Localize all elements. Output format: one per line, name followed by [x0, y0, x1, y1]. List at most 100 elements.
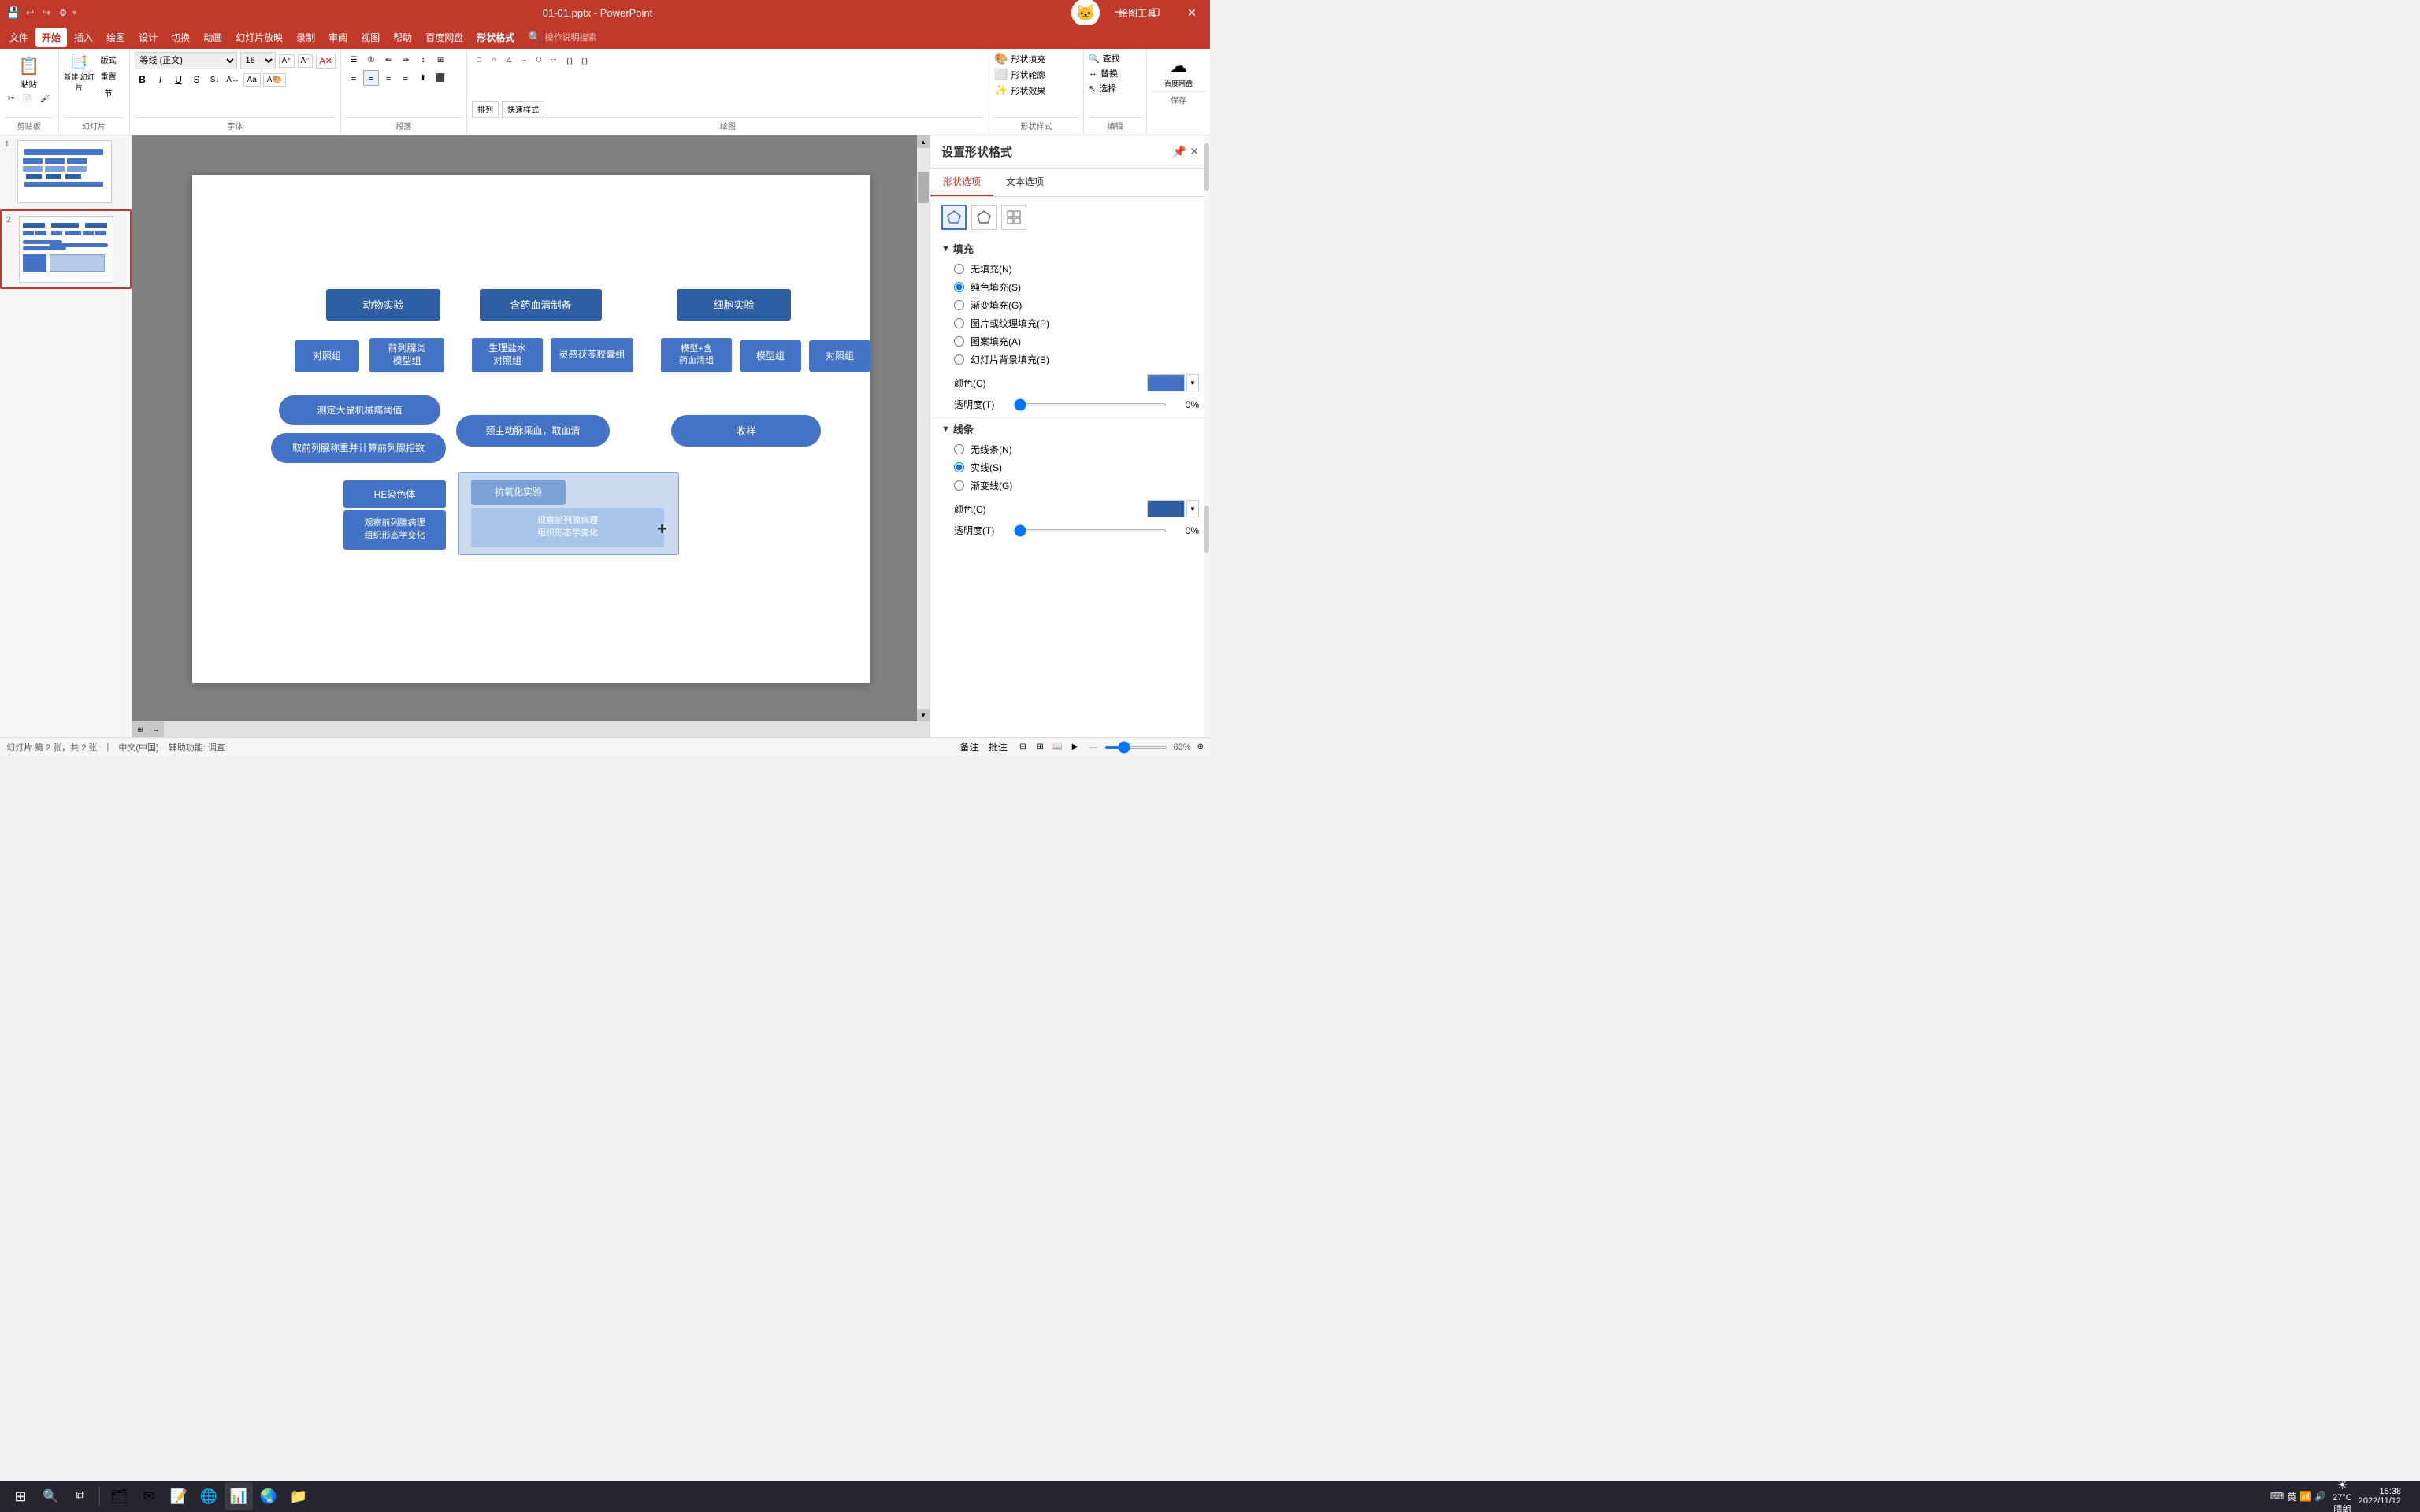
shape-icon-pentagon[interactable] — [971, 205, 997, 230]
cut-button[interactable]: ✂ — [5, 93, 17, 105]
line-transparency-slider[interactable] — [1014, 529, 1167, 532]
no-fill-radio[interactable] — [954, 264, 964, 274]
shape-serum-preparation[interactable]: 含药血清制备 — [480, 289, 602, 321]
line-color-dropdown[interactable]: ▼ — [1186, 500, 1199, 517]
menu-baidu[interactable]: 百度网盘 — [419, 28, 470, 47]
view-arrows-button[interactable]: ↔ — [148, 721, 164, 737]
window-controls[interactable]: ─ ❐ ✕ — [1101, 0, 1210, 25]
no-line-option[interactable]: 无线条(N) — [954, 443, 1199, 456]
weather-widget[interactable]: ☀ 27°C 晴朗 — [2333, 1477, 2352, 1512]
transparency-slider[interactable] — [1014, 403, 1167, 406]
solid-line-option[interactable]: 实线(S) — [954, 461, 1199, 474]
menu-home[interactable]: 开始 — [35, 28, 67, 47]
taskbar-app2[interactable]: ✉ — [135, 1482, 163, 1510]
arrange-button[interactable]: 排列 — [472, 101, 499, 117]
gradient-fill-option[interactable]: 渐变填充(G) — [954, 298, 1199, 312]
shape-tissue-observation-left[interactable]: 观察前列腺病理组织形态学变化 — [343, 510, 446, 550]
start-button[interactable]: ⊞ — [6, 1482, 35, 1510]
bold-button[interactable]: B — [135, 72, 150, 87]
menu-draw[interactable]: 绘图 — [100, 28, 132, 47]
panel-scrollbar-thumb2[interactable] — [1204, 506, 1209, 553]
italic-button[interactable]: I — [153, 72, 169, 87]
panel-close-button[interactable]: ✕ — [1190, 145, 1199, 158]
shape-group-container[interactable]: 抗氧化实验 观察前列腺病理组织形态学变化 — [458, 472, 679, 555]
shape-prostate-weight[interactable]: 取前列腺称重并计算前列腺指数 — [271, 433, 446, 463]
menu-shape-format[interactable]: 形状格式 — [470, 28, 521, 47]
shape-saline-control[interactable]: 生理盐水对照组 — [472, 338, 543, 372]
section-button[interactable]: 节 — [98, 85, 120, 100]
increase-indent-button[interactable]: ⇒ — [398, 52, 414, 68]
shape-icon-grid[interactable] — [1001, 205, 1026, 230]
slide-thumb-1[interactable]: 1 — [0, 135, 132, 208]
align-center-button[interactable]: ≡ — [363, 70, 379, 86]
slide-sorter-button[interactable]: ⊞ — [1033, 739, 1049, 755]
increase-font-button[interactable]: A⁺ — [279, 54, 295, 68]
panel-scrollbar-thumb[interactable] — [1204, 143, 1209, 191]
paste-button[interactable]: 📋 粘贴 — [10, 52, 48, 93]
decrease-indent-button[interactable]: ⇐ — [380, 52, 396, 68]
taskbar-files[interactable]: 📁 — [284, 1482, 313, 1510]
reading-view-button[interactable]: 📖 — [1050, 739, 1066, 755]
taskbar-app4[interactable]: 🌐 — [195, 1482, 223, 1510]
shape-btn-8[interactable]: { } — [577, 54, 592, 68]
font-name-select[interactable]: 等线 (正文) — [135, 52, 237, 69]
shadow-button[interactable]: S↓ — [207, 72, 223, 87]
menu-slideshow[interactable]: 幻灯片放映 — [229, 28, 289, 47]
gradient-line-option[interactable]: 渐变线(G) — [954, 479, 1199, 492]
new-slide-button[interactable]: 📑 新建 幻灯片 — [64, 52, 95, 93]
shape-btn-1[interactable]: ◻ — [472, 52, 486, 66]
menu-record[interactable]: 录制 — [290, 28, 321, 47]
line-section-header[interactable]: ▼ 线条 — [941, 421, 1199, 436]
align-right-button[interactable]: ≡ — [380, 70, 396, 86]
shape-icon-circle[interactable] — [941, 205, 967, 230]
menu-review[interactable]: 审阅 — [322, 28, 354, 47]
columns-button[interactable]: ⊞ — [432, 52, 448, 68]
taskbar-edge[interactable]: 🌏 — [254, 1482, 283, 1510]
fill-section-header[interactable]: ▼ 填充 — [941, 241, 1199, 256]
menu-view[interactable]: 视图 — [354, 28, 386, 47]
menu-design[interactable]: 设计 — [132, 28, 164, 47]
select-button[interactable]: ↖ 选择 — [1089, 82, 1141, 94]
taskbar-search[interactable]: 🔍 — [36, 1482, 65, 1510]
line-color-picker-area[interactable]: ▼ — [1147, 500, 1199, 517]
underline-button[interactable]: U — [171, 72, 187, 87]
numbering-button[interactable]: ① — [363, 52, 379, 68]
replace-button[interactable]: ↔ 替换 — [1089, 67, 1141, 80]
close-button[interactable]: ✕ — [1174, 0, 1210, 25]
shape-blood-collection[interactable]: 颈主动脉采血，取血清 — [456, 415, 610, 447]
shape-btn-6[interactable]: ⋯ — [547, 52, 561, 66]
solid-fill-radio[interactable] — [954, 282, 964, 292]
notification-area[interactable] — [2407, 1482, 2414, 1510]
shape-model-group[interactable]: 模型组 — [740, 340, 801, 372]
no-line-radio[interactable] — [954, 444, 964, 454]
taskbar-powerpoint[interactable]: 📊 — [225, 1482, 253, 1510]
scroll-thumb-v[interactable] — [918, 172, 929, 203]
save-button[interactable]: 💾 — [6, 6, 20, 20]
reset-button[interactable]: 重置 — [98, 69, 120, 83]
shape-btn-7[interactable]: { } — [562, 54, 577, 68]
spacing-button[interactable]: A↔ — [225, 72, 241, 87]
menu-insert[interactable]: 插入 — [68, 28, 99, 47]
taskbar-explorer[interactable]: 🗂 — [105, 1482, 133, 1510]
view-fit-button[interactable]: ⊞ — [132, 721, 148, 737]
shape-prostatitis-model[interactable]: 前列腺炎模型组 — [369, 338, 444, 372]
justify-button[interactable]: ≡ — [398, 70, 414, 86]
redo-button[interactable]: ↪ — [39, 6, 54, 20]
restore-button[interactable]: ❐ — [1138, 0, 1174, 25]
canvas-scrollbar-v[interactable]: ▲ ▼ — [917, 135, 930, 721]
minimize-button[interactable]: ─ — [1101, 0, 1138, 25]
shape-capsule-group[interactable]: 灵感茯苓胶囊组 — [551, 338, 633, 372]
shape-antioxidant[interactable]: 抗氧化实验 — [471, 480, 566, 505]
find-button[interactable]: 🔍 查找 — [1089, 52, 1141, 65]
strikethrough-button[interactable]: S — [189, 72, 205, 87]
text-direction-button[interactable]: ⬆ — [415, 70, 431, 86]
menu-animations[interactable]: 动画 — [197, 28, 228, 47]
shape-outline-button[interactable]: ⬜ 形状轮廓 — [994, 68, 1078, 81]
shape-tissue-observation-right[interactable]: 观察前列腺病理组织形态学变化 — [471, 508, 664, 547]
shape-btn-5[interactable]: ⬡ — [532, 52, 546, 66]
shape-animal-experiment[interactable]: 动物实验 — [326, 289, 440, 321]
fill-color-dropdown[interactable]: ▼ — [1186, 374, 1199, 391]
bullets-button[interactable]: ☰ — [346, 52, 362, 68]
quick-access-toolbar[interactable]: 💾 ↩ ↪ ⚙ ▾ — [6, 6, 76, 20]
search-bar[interactable]: 🔍 操作说明搜索 — [528, 31, 596, 44]
